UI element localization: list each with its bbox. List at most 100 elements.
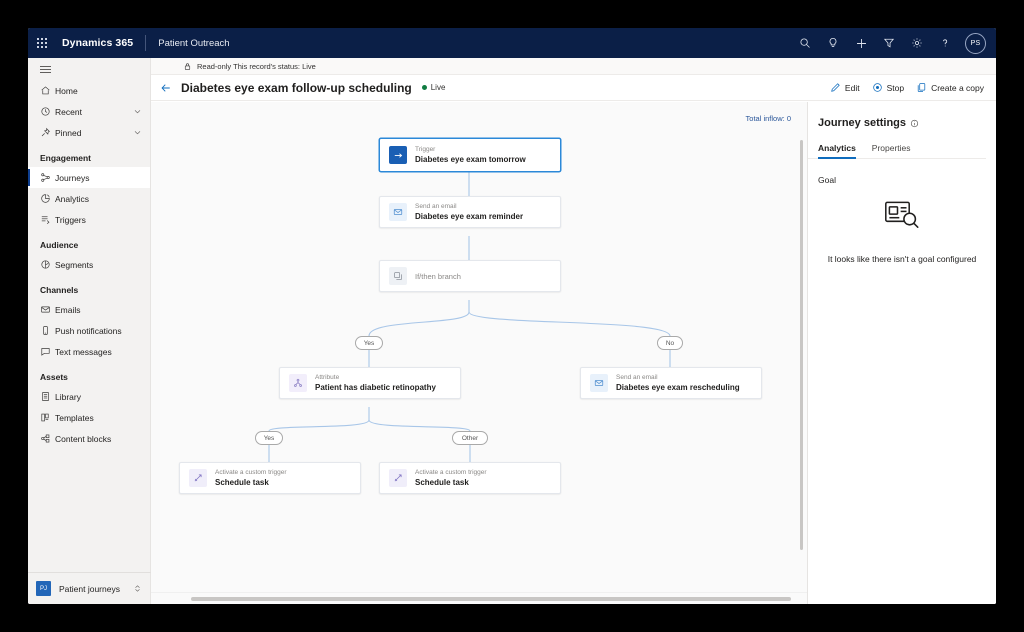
journey-node-trigger[interactable]: Trigger Diabetes eye exam tomorrow bbox=[379, 138, 561, 172]
page-title: Diabetes eye exam follow-up scheduling bbox=[181, 81, 412, 95]
email-icon bbox=[590, 374, 608, 392]
journey-node-send-email-reminder[interactable]: Send an email Diabetes eye exam reminder bbox=[379, 196, 561, 228]
sidebar-item-content-blocks[interactable]: Content blocks bbox=[28, 428, 150, 449]
canvas-horizontal-scrollbar-track[interactable] bbox=[151, 592, 808, 604]
sidebar-item-label: Recent bbox=[55, 107, 82, 117]
journey-node-title: Schedule task bbox=[215, 477, 287, 488]
readonly-banner: Read-only This record's status: Live bbox=[151, 58, 996, 75]
sidebar-item-journeys[interactable]: Journeys bbox=[28, 167, 150, 188]
sidebar-item-text-messages[interactable]: Text messages bbox=[28, 341, 150, 362]
journey-node-title: Patient has diabetic retinopathy bbox=[315, 382, 436, 393]
area-switcher-label: Patient journeys bbox=[59, 584, 120, 594]
journey-node-subtitle: Attribute bbox=[315, 373, 436, 382]
area-badge: PJ bbox=[36, 581, 51, 596]
canvas-vertical-scrollbar[interactable] bbox=[800, 140, 804, 550]
journey-node-subtitle: Activate a custom trigger bbox=[215, 468, 287, 477]
sidebar-item-label: Analytics bbox=[55, 194, 89, 204]
sidebar-item-emails[interactable]: Emails bbox=[28, 299, 150, 320]
sidebar-collapse-button[interactable] bbox=[28, 58, 150, 80]
journey-node-subtitle: Send an email bbox=[415, 202, 523, 211]
chevron-down-icon[interactable] bbox=[133, 124, 142, 142]
user-avatar[interactable]: PS bbox=[965, 33, 986, 54]
sidebar-item-label: Segments bbox=[55, 260, 93, 270]
main-content: Read-only This record's status: Live Dia… bbox=[151, 58, 996, 604]
edit-button[interactable]: Edit bbox=[830, 82, 860, 93]
back-arrow-icon[interactable] bbox=[151, 75, 181, 101]
content-blocks-icon bbox=[40, 433, 55, 444]
sidebar-item-segments[interactable]: Segments bbox=[28, 254, 150, 275]
lock-icon bbox=[183, 62, 192, 71]
sidebar-group-assets: Assets bbox=[28, 362, 150, 386]
create-a-copy-button-label: Create a copy bbox=[931, 83, 984, 93]
sidebar-item-pinned[interactable]: Pinned bbox=[28, 122, 150, 143]
journey-settings-header: Journey settings bbox=[808, 102, 996, 129]
branch-label-other[interactable]: Other bbox=[452, 431, 488, 445]
total-inflow-label: Total inflow: 0 bbox=[746, 114, 791, 123]
library-icon bbox=[40, 391, 55, 402]
journey-diagram: Trigger Diabetes eye exam tomorrow Send … bbox=[151, 130, 808, 572]
help-icon[interactable] bbox=[931, 28, 959, 58]
journey-node-subtitle: Send an email bbox=[616, 373, 740, 382]
triggers-icon bbox=[40, 214, 55, 225]
readonly-text: Read-only This record's status: Live bbox=[197, 62, 316, 71]
brand-title[interactable]: Dynamics 365 bbox=[62, 37, 133, 49]
attribute-icon bbox=[289, 374, 307, 392]
lightbulb-icon[interactable] bbox=[819, 28, 847, 58]
sidebar-item-home[interactable]: Home bbox=[28, 80, 150, 101]
app-name-label[interactable]: Patient Outreach bbox=[158, 38, 229, 49]
search-icon[interactable] bbox=[791, 28, 819, 58]
branch-label-yes-2[interactable]: Yes bbox=[255, 431, 283, 445]
journey-canvas[interactable]: Total inflow: 0 bbox=[151, 102, 808, 604]
sidebar-group-engagement: Engagement bbox=[28, 143, 150, 167]
tab-properties[interactable]: Properties bbox=[872, 143, 911, 158]
sidebar-item-label: Library bbox=[55, 392, 81, 402]
filter-icon[interactable] bbox=[875, 28, 903, 58]
goal-label: Goal bbox=[808, 159, 996, 185]
journey-node-text: If/then branch bbox=[415, 272, 461, 281]
chevron-down-icon[interactable] bbox=[133, 103, 142, 121]
chevron-up-down-icon[interactable] bbox=[133, 580, 142, 598]
canvas-horizontal-scrollbar-thumb[interactable] bbox=[191, 597, 791, 601]
mobile-icon bbox=[40, 325, 55, 336]
sidebar-item-label: Pinned bbox=[55, 128, 81, 138]
branch-label-no[interactable]: No bbox=[657, 336, 683, 350]
settings-icon[interactable] bbox=[903, 28, 931, 58]
journey-node-title: Schedule task bbox=[415, 477, 487, 488]
area-switcher[interactable]: PJ Patient journeys bbox=[28, 572, 151, 604]
sidebar-item-library[interactable]: Library bbox=[28, 386, 150, 407]
journey-node-if-then-branch[interactable]: If/then branch bbox=[379, 260, 561, 292]
sidebar-item-analytics[interactable]: Analytics bbox=[28, 188, 150, 209]
sidebar-item-triggers[interactable]: Triggers bbox=[28, 209, 150, 230]
edit-button-label: Edit bbox=[845, 83, 860, 93]
goal-empty-message: It looks like there isn't a goal configu… bbox=[808, 231, 996, 265]
sidebar-item-recent[interactable]: Recent bbox=[28, 101, 150, 122]
stop-circle-icon bbox=[872, 82, 883, 93]
stop-button[interactable]: Stop bbox=[872, 82, 905, 93]
journey-node-title: Diabetes eye exam rescheduling bbox=[616, 382, 740, 393]
app-launcher-icon[interactable] bbox=[28, 28, 56, 58]
pencil-icon bbox=[830, 82, 841, 93]
journey-node-schedule-task-1[interactable]: Activate a custom trigger Schedule task bbox=[179, 462, 361, 494]
sidebar-item-label: Text messages bbox=[55, 347, 112, 357]
templates-icon bbox=[40, 412, 55, 423]
sidebar-item-push-notifications[interactable]: Push notifications bbox=[28, 320, 150, 341]
journey-node-attribute[interactable]: Attribute Patient has diabetic retinopat… bbox=[279, 367, 461, 399]
branch-label-yes[interactable]: Yes bbox=[355, 336, 383, 350]
sidebar-item-templates[interactable]: Templates bbox=[28, 407, 150, 428]
journey-node-text: Send an email Diabetes eye exam reschedu… bbox=[616, 373, 740, 393]
journey-node-subtitle: Activate a custom trigger bbox=[415, 468, 487, 477]
status-label: Live bbox=[431, 83, 446, 92]
segments-icon bbox=[40, 259, 55, 270]
journey-node-send-email-rescheduling[interactable]: Send an email Diabetes eye exam reschedu… bbox=[580, 367, 762, 399]
info-icon[interactable] bbox=[910, 119, 919, 128]
journey-node-title: If/then branch bbox=[415, 272, 461, 281]
copy-icon bbox=[916, 82, 927, 93]
add-icon[interactable] bbox=[847, 28, 875, 58]
trigger-icon bbox=[389, 146, 407, 164]
branch-icon bbox=[389, 267, 407, 285]
journey-node-text: Send an email Diabetes eye exam reminder bbox=[415, 202, 523, 222]
create-a-copy-button[interactable]: Create a copy bbox=[916, 82, 984, 93]
tab-analytics[interactable]: Analytics bbox=[818, 143, 856, 158]
sidebar-item-label: Emails bbox=[55, 305, 81, 315]
journey-node-schedule-task-2[interactable]: Activate a custom trigger Schedule task bbox=[379, 462, 561, 494]
